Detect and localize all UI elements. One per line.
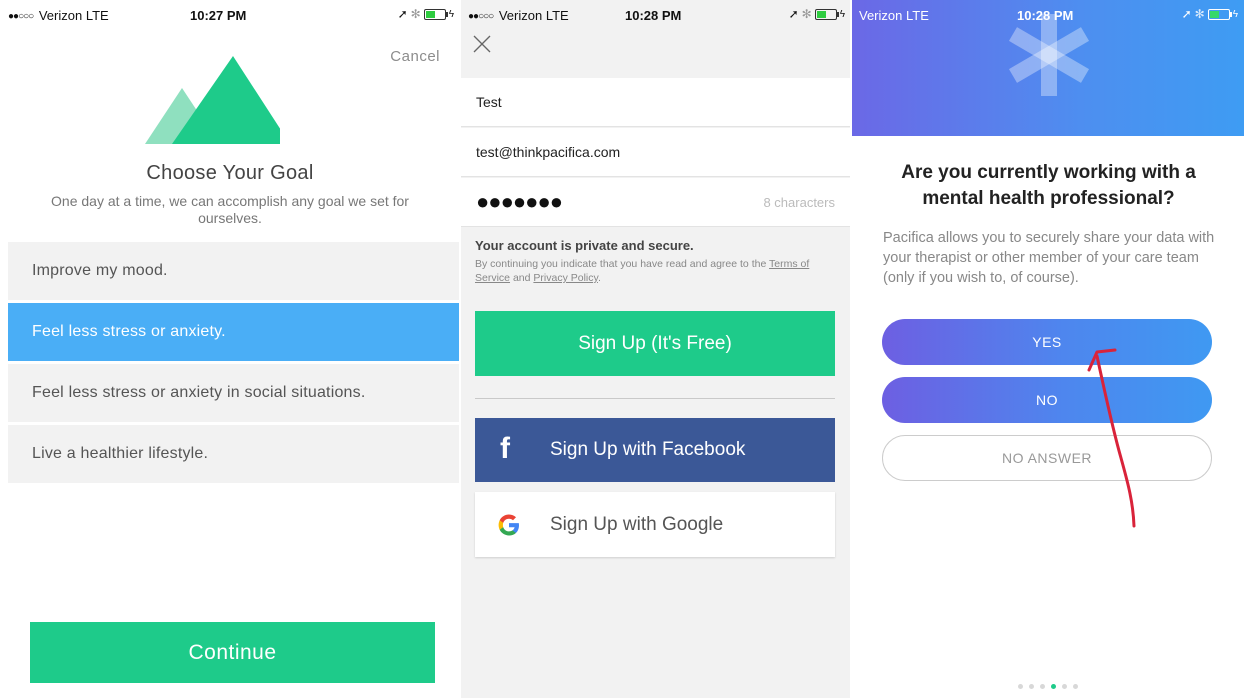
signup-button[interactable]: Sign Up (It's Free) (475, 311, 835, 376)
privacy-and: and (512, 272, 531, 284)
goal-option-healthier-lifestyle[interactable]: Live a healthier lifestyle. (8, 425, 459, 483)
privacy-notice: Your account is private and secure. By c… (475, 238, 840, 285)
name-field[interactable]: Test (460, 78, 851, 127)
battery-icon (423, 8, 448, 20)
page-dot (1039, 684, 1045, 689)
email-field[interactable]: test@thinkpacifica.com (460, 128, 851, 177)
status-time: 10:28 PM (625, 8, 682, 23)
status-bar: ●●○○○ Verizon LTE 10:27 PM ➚ ✻ ϟ (0, 0, 460, 28)
privacy-body: By continuing you indicate that you have… (475, 257, 840, 285)
page-title: Choose Your Goal (146, 162, 314, 184)
facebook-label: Sign Up with Facebook (550, 439, 746, 460)
question-title: Are you currently working with a mental … (901, 162, 1196, 209)
page-dot (1061, 684, 1067, 689)
cancel-button[interactable]: Cancel (390, 48, 440, 65)
screen-separator (459, 0, 461, 698)
privacy-heading: Your account is private and secure. (475, 238, 694, 253)
signup-screen: ●●○○○ Verizon LTE 10:28 PM ➚ ✻ ϟ Test te… (460, 0, 851, 698)
goal-option-mood[interactable]: Improve my mood. (8, 242, 459, 300)
carrier: ●●○○○ Verizon LTE (859, 8, 1069, 698)
page-dot (1072, 684, 1078, 689)
bluetooth-icon: ✻ (801, 7, 812, 21)
goal-label: Feel less stress or anxiety. (32, 323, 226, 340)
mountains-logo-icon (145, 56, 280, 144)
question-description: Pacifica allows you to securely share yo… (883, 230, 1215, 286)
goal-option-social-anxiety[interactable]: Feel less stress or anxiety in social si… (8, 364, 459, 422)
page-dot-active (1050, 684, 1056, 689)
screen-separator (850, 0, 852, 698)
page-dot (1028, 684, 1034, 689)
goal-option-stress[interactable]: Feel less stress or anxiety. (8, 303, 459, 361)
privacy-end: . (597, 272, 601, 284)
header-banner: ●●○○○ Verizon LTE 10:28 PM ➚ ✻ ϟ (851, 0, 1244, 698)
status-icons: ➚ ✻ ϟ (789, 7, 845, 21)
page-indicator (851, 684, 1244, 689)
charging-icon: ϟ (839, 8, 845, 20)
battery-icon (1207, 8, 1232, 20)
google-label: Sign Up with Google (550, 513, 724, 535)
continue-button[interactable]: Continue (30, 622, 435, 683)
page-subtitle: One day at a time, we can accomplish any… (51, 193, 409, 226)
status-time: 10:27 PM (190, 8, 247, 23)
bluetooth-icon: ✻ (1194, 7, 1205, 21)
asterisk-icon (1008, 14, 1090, 96)
goal-screen: ●●○○○ Verizon LTE 10:27 PM ➚ ✻ ϟ Cancel … (0, 0, 460, 698)
privacy-policy-link[interactable]: Privacy Policy (533, 272, 598, 284)
page-dot (1017, 684, 1023, 689)
carrier: ●●○○○ Verizon LTE (8, 8, 109, 23)
privacy-text: By continuing you indicate that you have… (475, 258, 767, 270)
location-icon: ➚ (788, 7, 799, 21)
status-bar: ●●○○○ Verizon LTE 10:28 PM ➚ ✻ ϟ (460, 0, 851, 28)
password-field[interactable]: ●●●●●●● 8 characters (460, 178, 851, 227)
battery-icon (814, 8, 839, 20)
yes-button[interactable]: YES (882, 319, 1212, 365)
no-answer-button[interactable]: NO ANSWER (882, 435, 1212, 481)
facebook-signup-button[interactable]: f Sign Up with Facebook (475, 418, 835, 482)
status-icons: ➚ ✻ ϟ (1182, 7, 1238, 21)
divider (475, 398, 835, 399)
google-icon (498, 514, 519, 536)
email-value: test@thinkpacifica.com (476, 144, 621, 160)
goal-label: Improve my mood. (32, 262, 168, 279)
no-button[interactable]: NO (882, 377, 1212, 423)
name-value: Test (476, 94, 502, 110)
password-value: ●●●●●●● (476, 189, 563, 214)
google-signup-button[interactable]: Sign Up with Google (475, 492, 835, 557)
location-icon: ➚ (397, 7, 408, 21)
close-icon[interactable] (472, 34, 492, 54)
carrier: ●●○○○ Verizon LTE (468, 8, 569, 23)
goal-label: Feel less stress or anxiety in social si… (32, 384, 366, 401)
charging-icon: ϟ (1232, 8, 1238, 20)
bluetooth-icon: ✻ (410, 7, 421, 21)
charging-icon: ϟ (448, 8, 454, 20)
status-icons: ➚ ✻ ϟ (398, 7, 454, 21)
facebook-icon: f (500, 432, 510, 465)
therapist-question-screen: ●●○○○ Verizon LTE 10:28 PM ➚ ✻ ϟ Are you… (851, 0, 1244, 698)
goal-label: Live a healthier lifestyle. (32, 445, 209, 462)
location-icon: ➚ (1181, 7, 1192, 21)
password-hint: 8 characters (763, 194, 835, 210)
